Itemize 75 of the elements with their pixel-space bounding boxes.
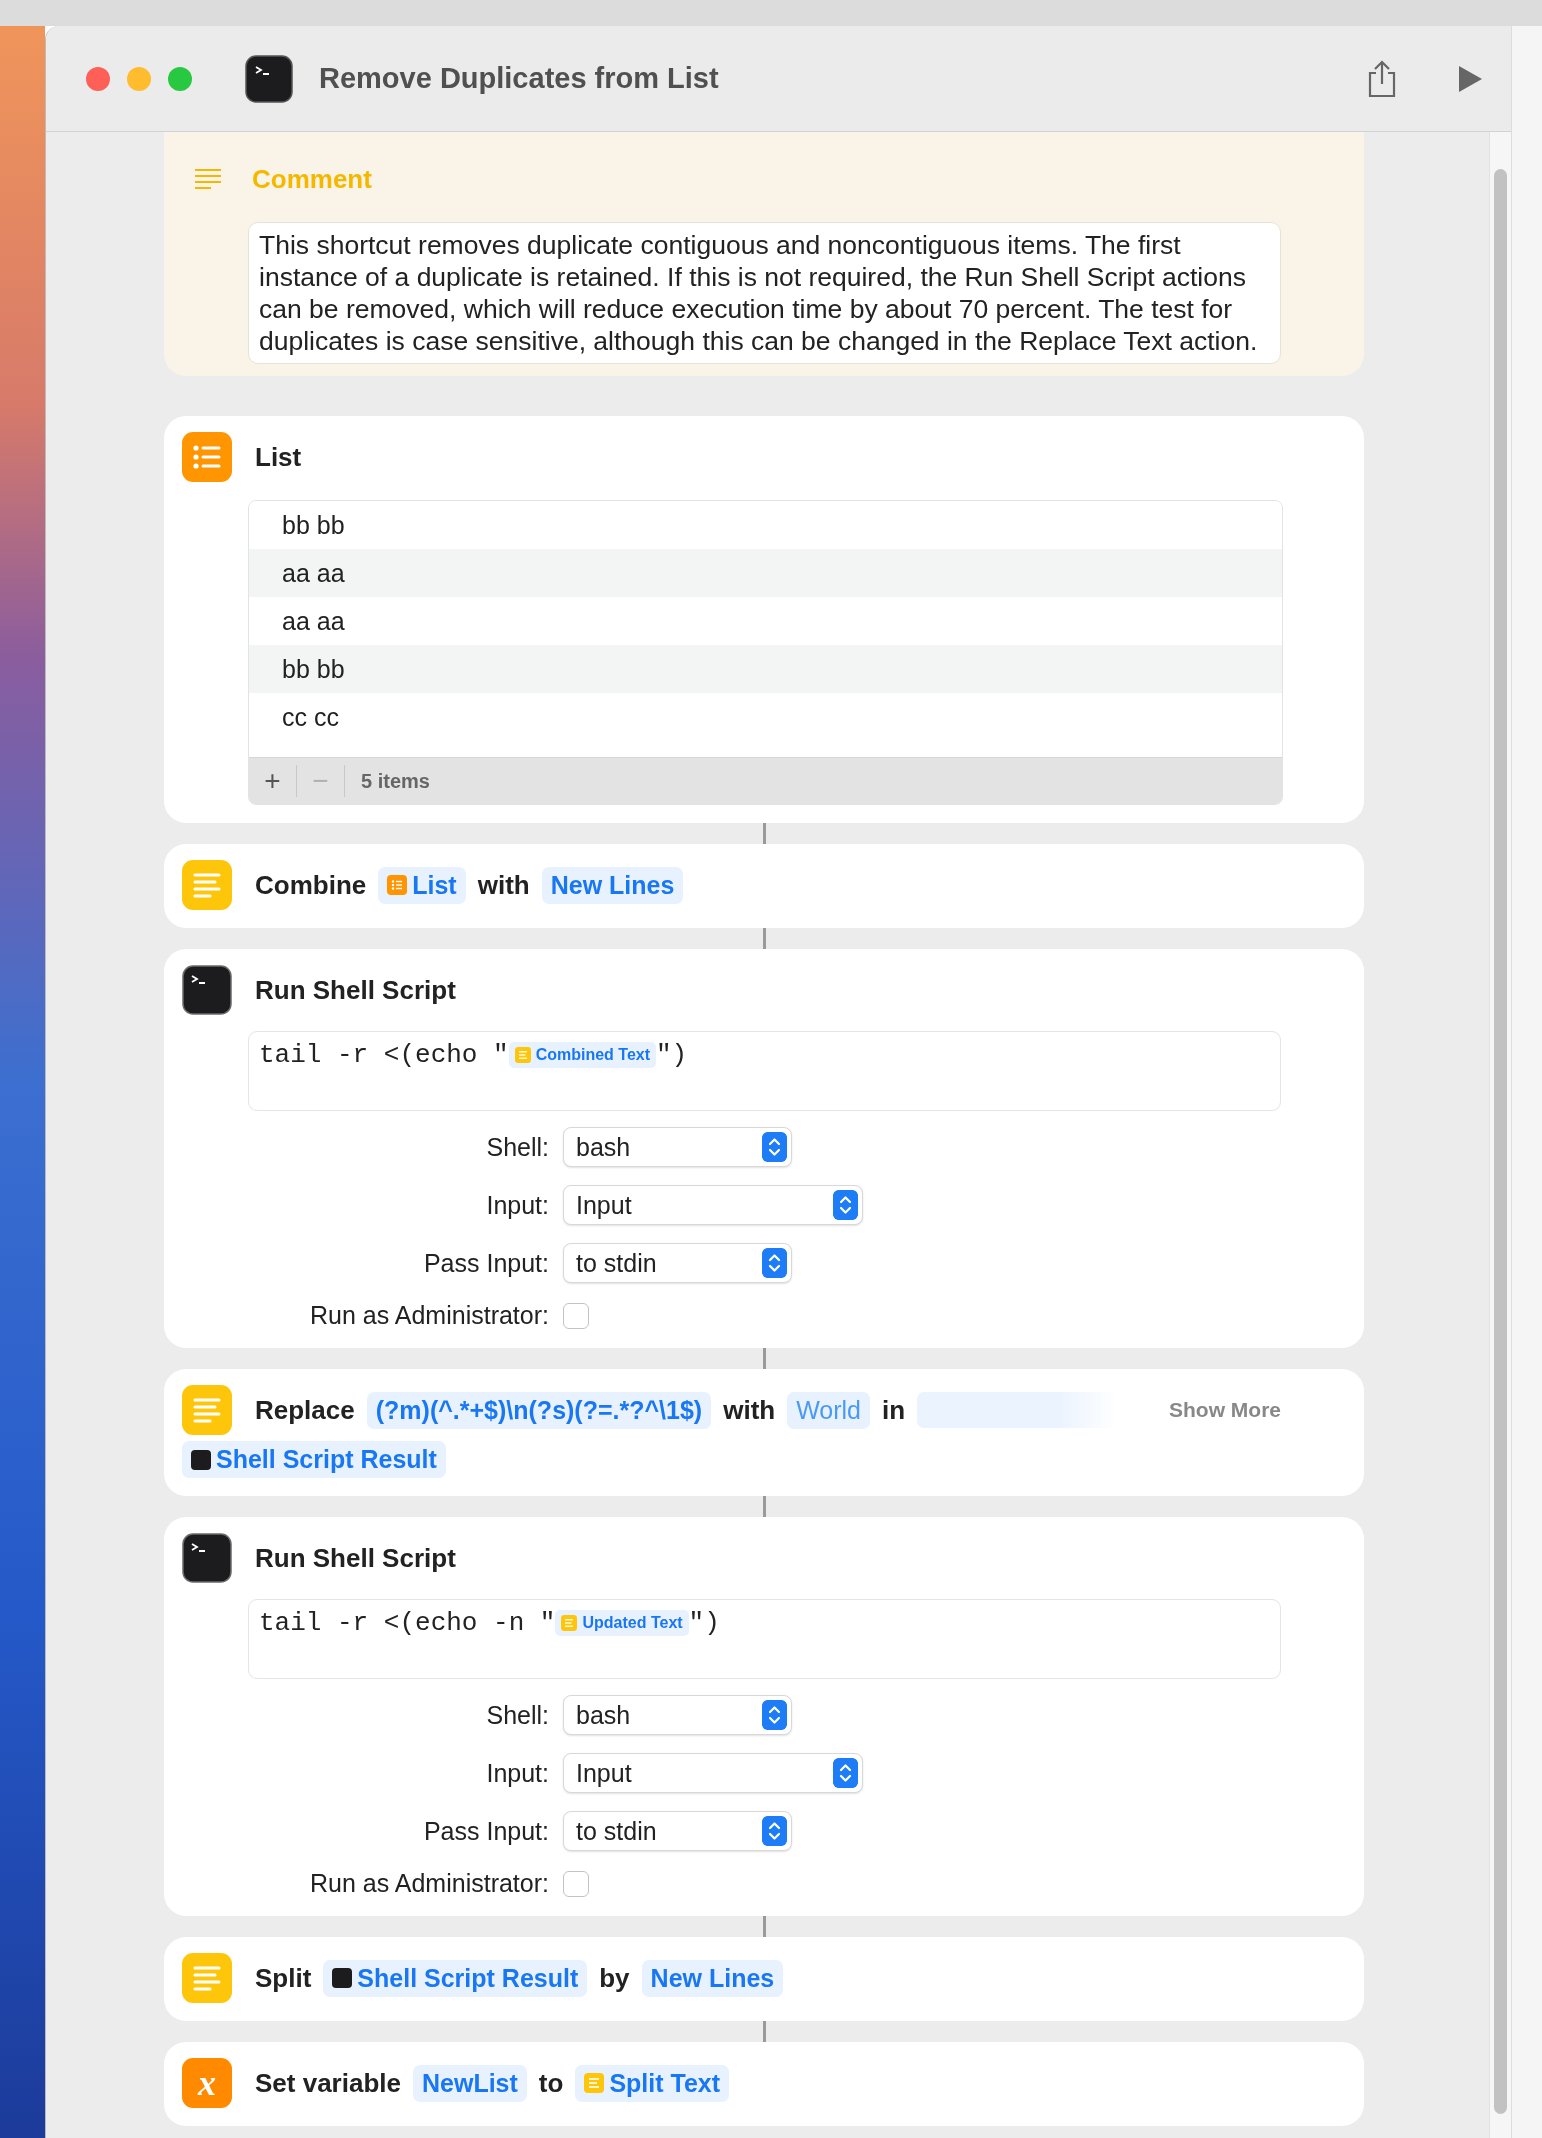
variable-token[interactable]: List [378, 866, 466, 904]
terminal-icon [245, 54, 293, 103]
stepper-icon [833, 1190, 858, 1220]
variable-token[interactable]: Combined Text [508, 1042, 656, 1068]
checkbox[interactable] [563, 1870, 589, 1897]
variable-token[interactable]: Shell Script Result [182, 1441, 446, 1478]
variable-token[interactable]: NewList [413, 2064, 527, 2102]
field-label: Pass Input: [423, 1248, 549, 1278]
stepper-icon [762, 1248, 787, 1278]
variable-token[interactable]: New Lines [541, 866, 684, 904]
action-label: Set variable [255, 2067, 401, 2099]
popup-menu[interactable]: Input [563, 1753, 863, 1793]
field-label: Shell: [486, 1700, 549, 1730]
comment-title: Comment [252, 163, 372, 195]
close-button[interactable] [86, 66, 110, 91]
text-icon [182, 1385, 232, 1435]
action-title: Run Shell Script [255, 1542, 456, 1574]
popup-menu[interactable]: Input [563, 1185, 863, 1225]
stepper-icon [833, 1758, 858, 1788]
action-label: with [477, 869, 530, 901]
text-icon [182, 1953, 232, 2003]
script-field[interactable]: tail -r <(echo " Combined Text ") [248, 1031, 1281, 1111]
minimize-button[interactable] [127, 66, 151, 91]
item-count: 5 items [361, 769, 430, 793]
lines-icon [195, 168, 221, 190]
show-more-link[interactable]: Show More [1169, 1398, 1281, 1422]
action-label: with [723, 1394, 776, 1426]
popup-menu[interactable]: to stdin [563, 1243, 792, 1283]
text-icon [561, 1615, 578, 1631]
action-label: to [538, 2067, 564, 2099]
add-button[interactable]: + [249, 765, 297, 797]
share-icon[interactable] [1367, 59, 1397, 98]
play-icon[interactable] [1457, 64, 1483, 93]
popup-menu[interactable]: bash [563, 1127, 792, 1167]
stepper-icon [762, 1700, 787, 1730]
action-label: Split [255, 1962, 312, 1994]
action-label: by [599, 1962, 630, 1994]
scrollbar-thumb[interactable] [1494, 169, 1508, 2114]
field-label: Input: [486, 1758, 549, 1788]
window-title: Remove Duplicates from List [319, 62, 720, 95]
field-label: Shell: [486, 1132, 549, 1162]
variable-token[interactable]: Updated Text [555, 1610, 689, 1636]
action-label: in [882, 1394, 906, 1426]
variable-token[interactable]: Shell Script Result [323, 1959, 588, 1997]
action-label: Combine [255, 869, 367, 901]
zoom-button[interactable] [168, 66, 192, 91]
terminal-icon [182, 1533, 232, 1583]
text-icon [584, 2073, 605, 2093]
popup-menu[interactable]: bash [563, 1695, 792, 1735]
list-item[interactable]: aa aa [249, 549, 1282, 597]
field-label: Input: [486, 1190, 549, 1220]
list-icon [387, 875, 408, 895]
popup-menu[interactable]: to stdin [563, 1811, 792, 1851]
field-label: Run as Administrator: [310, 1869, 549, 1898]
terminal-icon [191, 1449, 211, 1470]
stepper-icon [762, 1816, 787, 1846]
script-field[interactable]: tail -r <(echo -n " Updated Text ") [248, 1599, 1281, 1679]
action-title: List [255, 441, 302, 473]
terminal-icon [182, 965, 232, 1015]
terminal-icon [332, 1968, 353, 1988]
variable-token[interactable]: New Lines [641, 1959, 784, 1997]
variable-token[interactable]: Split Text [575, 2064, 730, 2102]
action-label: Replace [255, 1394, 355, 1426]
comment-text[interactable]: This shortcut removes duplicate contiguous and noncontiguous items. The first instance of a duplicate is retained. If this is not required, the Run Shell Script actions can be removed, which will reduce execution time by about 70 percent. The test for duplicates is case sensitive, although this can be changed in the Replace Text action. [248, 222, 1281, 364]
field-label: Run as Administrator: [310, 1301, 549, 1330]
list-item[interactable]: bb bb [249, 645, 1282, 693]
stepper-icon [762, 1132, 787, 1162]
action-title: Run Shell Script [255, 974, 456, 1006]
variable-icon: x [182, 2058, 232, 2108]
text-icon [514, 1047, 531, 1063]
field-label: Pass Input: [423, 1816, 549, 1846]
list-icon [182, 432, 232, 482]
variable-token[interactable]: (?m)(^.*+$)\n(?s)(?=.*?^\1$) [366, 1391, 712, 1429]
checkbox[interactable] [563, 1302, 589, 1329]
text-icon [182, 860, 232, 910]
